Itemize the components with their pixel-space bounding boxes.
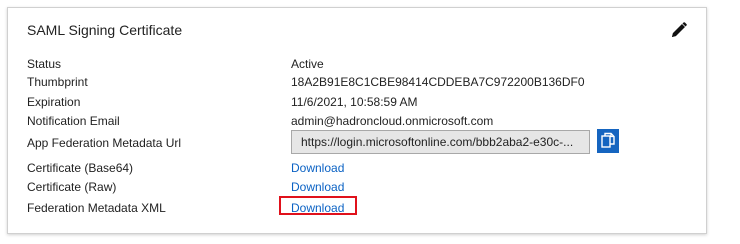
- copy-url-button[interactable]: [597, 129, 619, 153]
- metadata-url-label: App Federation Metadata Url: [27, 136, 182, 150]
- expiration-value: 11/6/2021, 10:58:59 AM: [291, 95, 418, 109]
- federation-xml-label: Federation Metadata XML: [27, 201, 166, 215]
- thumbprint-value: 18A2B91E8C1CBE98414CDDEBA7C972200B136DF0: [291, 75, 585, 89]
- highlight-box: [279, 196, 357, 215]
- card-title: SAML Signing Certificate: [27, 22, 183, 38]
- saml-signing-certificate-card: SAML Signing Certificate Status Active T…: [7, 7, 707, 234]
- notification-email-value: admin@hadroncloud.onmicrosoft.com: [291, 114, 494, 128]
- cert-base64-download-link[interactable]: Download: [291, 161, 344, 175]
- edit-button[interactable]: [670, 21, 688, 39]
- cert-raw-label: Certificate (Raw): [27, 180, 117, 194]
- status-value: Active: [291, 57, 324, 71]
- pencil-icon: [672, 22, 687, 37]
- metadata-url-field[interactable]: https://login.microsoftonline.com/bbb2ab…: [291, 130, 590, 154]
- copy-icon: [601, 132, 615, 148]
- cert-raw-download-link[interactable]: Download: [291, 180, 344, 194]
- expiration-label: Expiration: [27, 95, 81, 109]
- thumbprint-label: Thumbprint: [27, 75, 88, 89]
- status-label: Status: [27, 57, 62, 71]
- cert-base64-label: Certificate (Base64): [27, 161, 134, 175]
- notification-email-label: Notification Email: [27, 114, 120, 128]
